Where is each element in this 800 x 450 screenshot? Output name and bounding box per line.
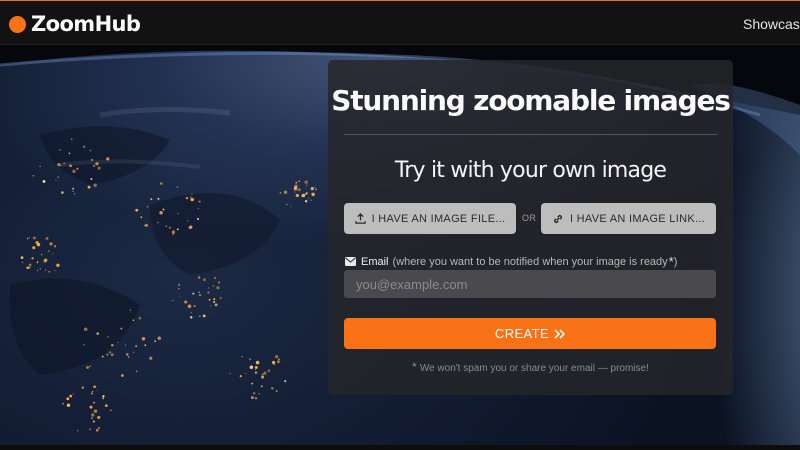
image-file-button[interactable]: I HAVE AN IMAGE FILE... <box>344 203 516 234</box>
double-chevron-right-icon <box>554 328 566 339</box>
create-button[interactable]: CREATE <box>344 318 716 349</box>
email-input[interactable] <box>344 270 716 298</box>
card-subtitle: Try it with your own image <box>394 158 667 183</box>
upload-card: Stunning zoomable images Try it with you… <box>328 60 733 395</box>
image-file-button-label: I HAVE AN IMAGE FILE... <box>371 212 506 225</box>
link-icon <box>553 214 563 223</box>
zoomhub-logo[interactable]: ZoomHub <box>9 12 141 36</box>
card-divider <box>344 134 717 135</box>
logo-dot-icon <box>9 15 26 33</box>
spam-note-asterisk: * <box>412 360 417 374</box>
email-hint-close: ) <box>673 255 678 268</box>
email-label: Email (where you want to be notified whe… <box>345 254 677 269</box>
spam-note-text: We won't spam you or share your email — … <box>419 363 649 374</box>
top-navigation-bar: ZoomHub Showcase <box>0 0 800 45</box>
spam-note: * We won't spam you or share your email —… <box>328 360 733 374</box>
create-button-label: CREATE <box>494 326 550 341</box>
email-label-text: Email <box>361 255 389 268</box>
bottom-strip <box>0 445 800 450</box>
logo-text: ZoomHub <box>31 12 141 36</box>
or-separator: OR <box>522 213 537 223</box>
nav-link-showcase[interactable]: Showcase <box>743 16 800 32</box>
image-link-button[interactable]: I HAVE AN IMAGE LINK... <box>541 203 716 234</box>
upload-icon <box>354 213 366 224</box>
image-link-button-label: I HAVE AN IMAGE LINK... <box>569 212 706 225</box>
email-hint-text: (where you want to be notified when your… <box>392 255 668 268</box>
card-title: Stunning zoomable images <box>331 84 731 117</box>
envelope-icon <box>345 257 356 266</box>
